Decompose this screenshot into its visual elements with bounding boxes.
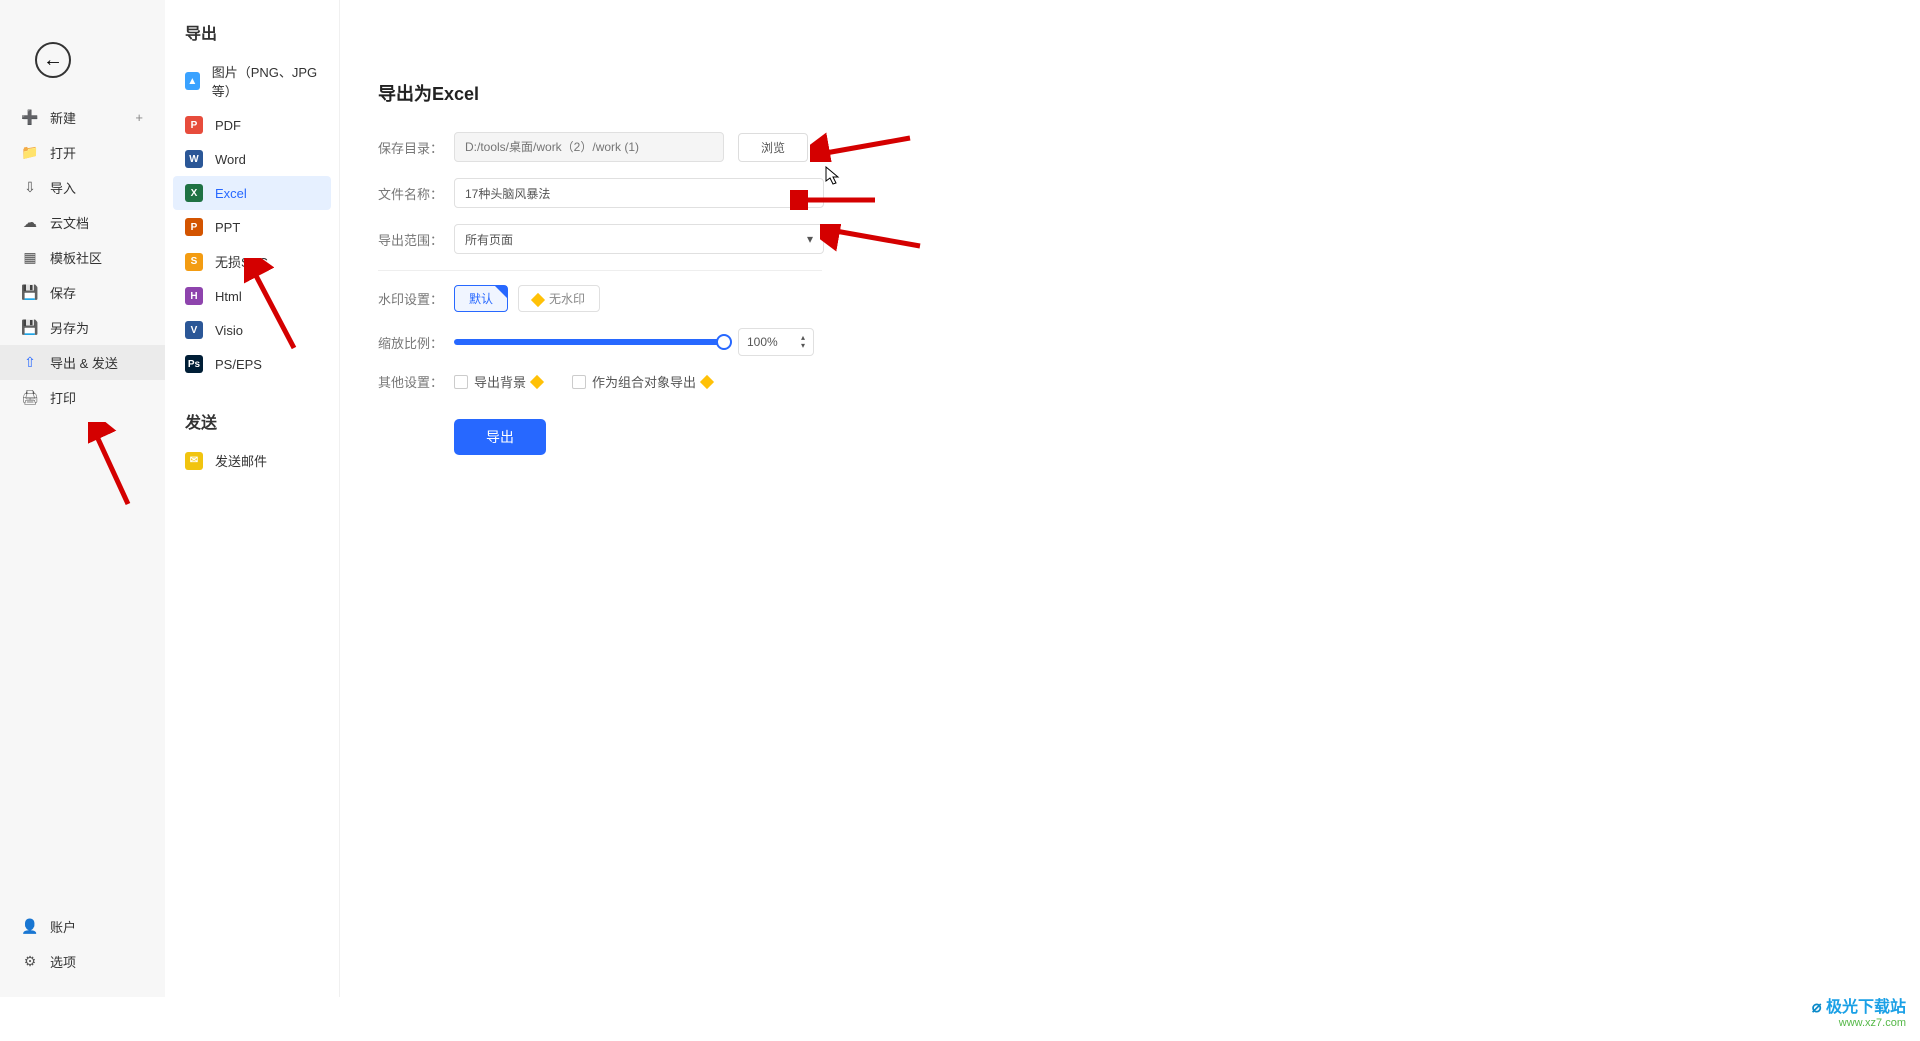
divider	[378, 270, 822, 271]
label-other: 其他设置：	[378, 372, 454, 391]
fmt-word[interactable]: WWord	[173, 142, 331, 176]
fmt-image[interactable]: ▲图片（PNG、JPG等）	[173, 54, 331, 108]
label-range: 导出范围：	[378, 230, 454, 249]
nav-new[interactable]: ➕新建+	[0, 100, 165, 135]
plus-icon[interactable]: +	[135, 110, 143, 125]
nav-import[interactable]: ⇩导入	[0, 170, 165, 205]
watermark-default[interactable]: 默认	[454, 285, 508, 312]
diamond-icon	[531, 293, 545, 307]
fmt-ppt[interactable]: PPPT	[173, 210, 331, 244]
save-dir-input[interactable]	[454, 132, 724, 162]
filename-input[interactable]	[454, 178, 824, 208]
export-bg-label: 导出背景	[474, 372, 526, 391]
export-bg-checkbox[interactable]	[454, 375, 468, 389]
export-section-title: 导出	[173, 20, 331, 54]
fmt-svg[interactable]: S无损SVG	[173, 244, 331, 279]
nav-saveas[interactable]: 💾另存为	[0, 310, 165, 345]
nav-cloud[interactable]: ☁云文档	[0, 205, 165, 240]
diamond-icon	[700, 374, 714, 388]
send-section-title: 发送	[173, 409, 331, 443]
fmt-pdf[interactable]: PPDF	[173, 108, 331, 142]
slider-thumb[interactable]	[716, 334, 732, 350]
left-sidebar: ➕新建+ 📁打开 ⇩导入 ☁云文档 ▦模板社区 💾保存 💾另存为 ⇧导出 & 发…	[0, 0, 165, 997]
label-scale: 缩放比例：	[378, 333, 454, 352]
nav-save[interactable]: 💾保存	[0, 275, 165, 310]
export-group-checkbox[interactable]	[572, 375, 586, 389]
export-group-label: 作为组合对象导出	[592, 372, 696, 391]
export-format-list: 导出 ▲图片（PNG、JPG等） PPDF WWord XExcel PPPT …	[165, 0, 340, 997]
watermark-none[interactable]: 无水印	[518, 285, 600, 312]
fmt-html[interactable]: HHtml	[173, 279, 331, 313]
label-watermark: 水印设置：	[378, 289, 454, 308]
diamond-icon	[530, 374, 544, 388]
fmt-excel[interactable]: XExcel	[173, 176, 331, 210]
back-button[interactable]: ←	[35, 42, 71, 78]
send-mail[interactable]: ✉发送邮件	[173, 443, 331, 478]
scale-slider[interactable]	[454, 339, 724, 345]
fmt-ps[interactable]: PsPS/EPS	[173, 347, 331, 381]
export-button[interactable]: 导出	[454, 419, 546, 455]
nav-account[interactable]: 👤账户	[0, 909, 165, 944]
nav-export-send[interactable]: ⇧导出 & 发送	[0, 345, 165, 380]
nav-print[interactable]: 🖨打印	[0, 380, 165, 415]
export-panel: 导出为Excel 保存目录： 浏览 文件名称： 导出范围： 所有页面▾ 水印设置…	[340, 0, 1920, 997]
export-panel-title: 导出为Excel	[378, 80, 1882, 106]
nav-templates[interactable]: ▦模板社区	[0, 240, 165, 275]
label-filename: 文件名称：	[378, 184, 454, 203]
fmt-visio[interactable]: VVisio	[173, 313, 331, 347]
scale-spinner[interactable]: 100%▴▾	[738, 328, 814, 356]
label-save-dir: 保存目录：	[378, 138, 454, 157]
site-watermark: ⌀ 极光下载站 www.xz7.com	[1812, 993, 1906, 1029]
chevron-down-icon: ▾	[807, 232, 813, 246]
browse-button[interactable]: 浏览	[738, 133, 808, 162]
range-select[interactable]: 所有页面▾	[454, 224, 824, 254]
nav-options[interactable]: ⚙选项	[0, 944, 165, 979]
nav-open[interactable]: 📁打开	[0, 135, 165, 170]
